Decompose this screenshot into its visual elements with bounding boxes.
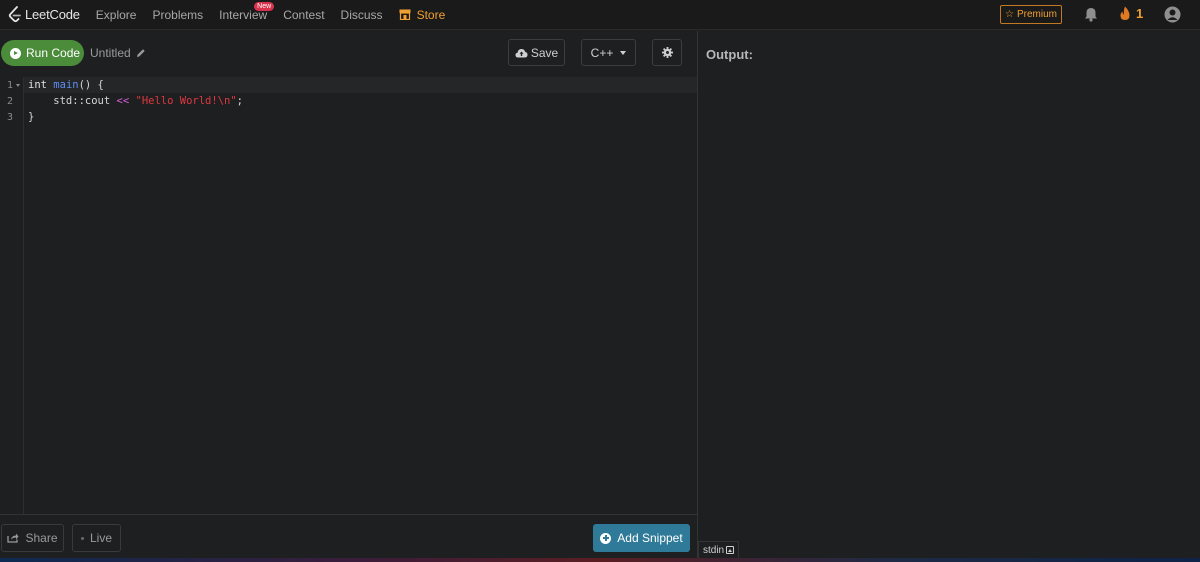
nav-interview[interactable]: Interview New (219, 0, 275, 30)
settings-button[interactable] (652, 39, 682, 66)
cloud-upload-icon (515, 48, 528, 57)
code-line: std::cout << "Hello World!\n"; (28, 95, 243, 107)
file-name-label: Untitled (90, 46, 131, 60)
user-avatar-icon[interactable] (1164, 6, 1181, 23)
function-name: main (53, 79, 79, 91)
logo-text: LeetCode (25, 7, 80, 22)
streak-count: 1 (1136, 6, 1144, 21)
play-icon (10, 47, 21, 59)
file-name[interactable]: Untitled (90, 46, 146, 60)
operator: << (116, 95, 130, 107)
code-line: int main() { (28, 79, 104, 91)
share-button[interactable]: Share (1, 524, 64, 552)
stdin-tab[interactable]: stdin (698, 541, 739, 558)
nav-store-label: Store (416, 7, 446, 22)
editor-panel: Run Code Untitled Save C++ 1 2 3 int mai… (0, 31, 697, 562)
share-icon (7, 533, 19, 543)
line-number: 3 (7, 112, 14, 123)
code-editor[interactable]: 1 2 3 int main() { std::cout << "Hello W… (0, 77, 697, 514)
live-label: Live (89, 531, 112, 545)
nav-problems[interactable]: Problems (152, 0, 203, 30)
fold-arrow-icon[interactable] (16, 84, 20, 87)
save-label: Save (530, 45, 559, 60)
plus-circle-icon (600, 532, 612, 544)
add-snippet-button[interactable]: Add Snippet (593, 524, 690, 552)
run-code-label: Run Code (26, 46, 81, 60)
editor-toolbar: Run Code Untitled Save C++ (0, 31, 697, 77)
gear-icon (661, 47, 673, 58)
language-select[interactable]: C++ (581, 39, 636, 66)
fire-icon (1120, 6, 1130, 20)
live-dot-icon (80, 536, 84, 540)
line-number-gutter: 1 2 3 (0, 77, 24, 514)
expand-icon (726, 546, 735, 554)
output-panel: Output: stdin (698, 31, 1200, 562)
nav-explore[interactable]: Explore (96, 0, 137, 30)
active-line-highlight (24, 77, 697, 93)
leetcode-logo-icon (8, 5, 21, 22)
chevron-down-icon (620, 50, 627, 55)
nav-store[interactable]: Store (399, 0, 446, 30)
editor-bottom-bar: Share Live Add Snippet (0, 514, 697, 562)
new-badge: New (254, 1, 275, 11)
store-icon (399, 9, 411, 20)
premium-label: Premium (1016, 9, 1057, 20)
logo[interactable]: LeetCode (8, 0, 80, 30)
string-literal: "Hello World!\n" (135, 95, 237, 107)
premium-button[interactable]: ☆ Premium (1000, 5, 1062, 24)
notification-bell-icon[interactable] (1084, 7, 1098, 22)
output-title: Output: (706, 47, 753, 62)
live-button[interactable]: Live (72, 524, 121, 552)
stdin-label: stdin (703, 544, 725, 556)
language-label: C++ (590, 45, 614, 60)
share-label: Share (25, 531, 58, 545)
pencil-icon (136, 49, 145, 57)
streak-counter[interactable]: 1 (1119, 6, 1143, 21)
star-icon: ☆ (1005, 9, 1014, 20)
nav-contest[interactable]: Contest (283, 0, 324, 30)
run-code-button[interactable]: Run Code (1, 40, 84, 66)
save-button[interactable]: Save (508, 39, 565, 66)
keyword: int (28, 79, 47, 91)
code-line: } (28, 111, 35, 123)
bottom-gradient-strip (0, 558, 1200, 562)
add-snippet-label: Add Snippet (617, 531, 683, 545)
nav-discuss[interactable]: Discuss (341, 0, 383, 30)
line-number: 2 (7, 96, 14, 107)
